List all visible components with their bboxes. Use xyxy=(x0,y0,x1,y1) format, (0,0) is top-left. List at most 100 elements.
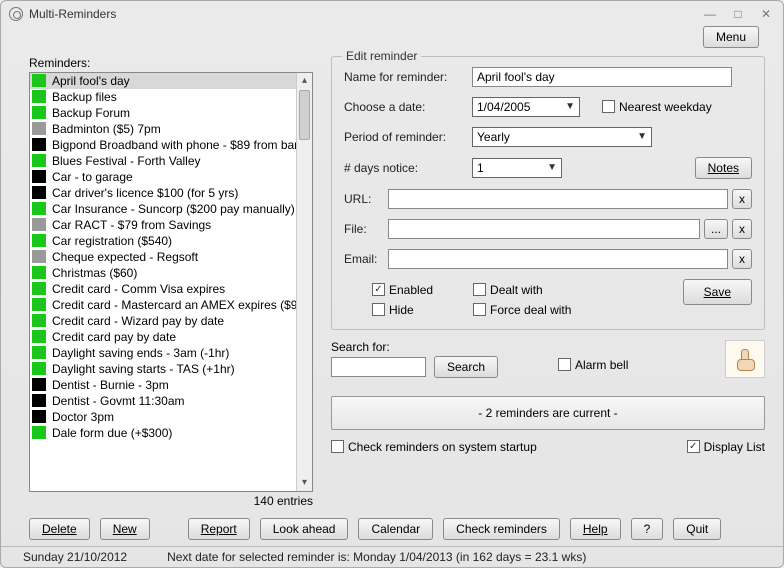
period-select[interactable]: Yearly ▼ xyxy=(472,127,652,147)
list-item[interactable]: Car Insurance - Suncorp ($200 pay manual… xyxy=(30,201,312,217)
list-item[interactable]: Christmas ($60) xyxy=(30,265,312,281)
list-item-label: Car Insurance - Suncorp ($200 pay manual… xyxy=(52,202,295,216)
maximize-icon[interactable]: □ xyxy=(729,6,747,22)
chevron-down-icon: ▼ xyxy=(547,162,557,173)
list-item[interactable]: Dentist - Burnie - 3pm xyxy=(30,377,312,393)
period-label: Period of reminder: xyxy=(344,130,472,144)
quit-button[interactable]: Quit xyxy=(673,518,721,540)
enabled-checkbox[interactable]: ✓Enabled xyxy=(372,283,433,297)
list-item[interactable]: Credit card - Wizard pay by date xyxy=(30,313,312,329)
force-deal-checkbox[interactable]: Force deal with xyxy=(473,303,571,317)
list-item[interactable]: Badminton ($5) 7pm xyxy=(30,121,312,137)
file-browse-button[interactable]: ... xyxy=(704,219,728,239)
scroll-down-icon[interactable]: ▾ xyxy=(297,475,312,491)
list-item[interactable]: Daylight saving starts - TAS (+1hr) xyxy=(30,361,312,377)
dealt-with-checkbox[interactable]: Dealt with xyxy=(473,283,571,297)
list-item-label: Dale form due (+$300) xyxy=(52,426,172,440)
email-input[interactable] xyxy=(388,249,728,269)
close-icon[interactable]: ✕ xyxy=(757,6,775,22)
window-title: Multi-Reminders xyxy=(29,7,116,21)
notes-button[interactable]: Notes xyxy=(695,157,752,179)
look-ahead-button[interactable]: Look ahead xyxy=(260,518,349,540)
list-item[interactable]: Daylight saving ends - 3am (-1hr) xyxy=(30,345,312,361)
edit-reminder-group: Edit reminder Name for reminder: Choose … xyxy=(331,56,765,330)
color-swatch xyxy=(32,346,46,359)
reminders-list[interactable]: April fool's dayBackup filesBackup Forum… xyxy=(29,72,313,492)
entries-count: 140 entries xyxy=(29,494,313,508)
days-select[interactable]: 1 ▼ xyxy=(472,158,562,178)
date-label: Choose a date: xyxy=(344,100,472,114)
menu-button[interactable]: Menu xyxy=(703,26,759,48)
search-button[interactable]: Search xyxy=(434,356,498,378)
list-item[interactable]: Credit card - Mastercard an AMEX expires… xyxy=(30,297,312,313)
checkbox-icon: ✓ xyxy=(687,440,700,453)
date-picker[interactable]: 1/04/2005 ▼ xyxy=(472,97,580,117)
list-item[interactable]: Backup files xyxy=(30,89,312,105)
color-swatch xyxy=(32,378,46,391)
delete-button[interactable]: Delete xyxy=(29,518,90,540)
email-label: Email: xyxy=(344,252,388,266)
color-swatch xyxy=(32,314,46,327)
list-item[interactable]: Cheque expected - Regsoft xyxy=(30,249,312,265)
display-list-checkbox[interactable]: ✓ Display List xyxy=(687,440,765,454)
question-button[interactable]: ? xyxy=(631,518,664,540)
alarm-bell-checkbox[interactable]: Alarm bell xyxy=(558,358,628,372)
color-swatch xyxy=(32,74,46,87)
current-reminders-banner[interactable]: - 2 reminders are current - xyxy=(331,396,765,430)
startup-checkbox[interactable]: Check reminders on system startup xyxy=(331,440,537,454)
list-item-label: Car driver's licence $100 (for 5 yrs) xyxy=(52,186,238,200)
nearest-weekday-checkbox[interactable]: Nearest weekday xyxy=(602,100,712,114)
color-swatch xyxy=(32,218,46,231)
list-item[interactable]: Car driver's licence $100 (for 5 yrs) xyxy=(30,185,312,201)
hide-checkbox[interactable]: Hide xyxy=(372,303,433,317)
calendar-button[interactable]: Calendar xyxy=(358,518,433,540)
list-item[interactable]: Car - to garage xyxy=(30,169,312,185)
body: Reminders: April fool's dayBackup filesB… xyxy=(1,56,783,508)
list-item[interactable]: Credit card - Comm Visa expires xyxy=(30,281,312,297)
list-item[interactable]: Car RACT - $79 from Savings xyxy=(30,217,312,233)
email-clear-button[interactable]: x xyxy=(732,249,752,269)
help-button[interactable]: Help xyxy=(570,518,621,540)
list-item[interactable]: Dentist - Govmt 11:30am xyxy=(30,393,312,409)
scroll-up-icon[interactable]: ▴ xyxy=(297,73,312,89)
days-value: 1 xyxy=(477,161,484,175)
color-swatch xyxy=(32,138,46,151)
status-next: Next date for selected reminder is: Mond… xyxy=(167,550,586,564)
list-item[interactable]: Credit card pay by date xyxy=(30,329,312,345)
minimize-icon[interactable]: — xyxy=(701,6,719,22)
list-item[interactable]: Backup Forum xyxy=(30,105,312,121)
color-swatch xyxy=(32,90,46,103)
list-item-label: Blues Festival - Forth Valley xyxy=(52,154,201,168)
list-item[interactable]: Bigpond Broadband with phone - $89 from … xyxy=(30,137,312,153)
check-reminders-button[interactable]: Check reminders xyxy=(443,518,560,540)
file-clear-button[interactable]: x xyxy=(732,219,752,239)
list-item-label: April fool's day xyxy=(52,74,130,88)
url-label: URL: xyxy=(344,192,388,206)
url-input[interactable] xyxy=(388,189,728,209)
color-swatch xyxy=(32,250,46,263)
list-item[interactable]: Blues Festival - Forth Valley xyxy=(30,153,312,169)
list-item-label: Dentist - Burnie - 3pm xyxy=(52,378,169,392)
name-input[interactable] xyxy=(472,67,732,87)
scrollbar[interactable]: ▴ ▾ xyxy=(296,73,312,491)
color-swatch xyxy=(32,266,46,279)
report-button[interactable]: Report xyxy=(188,518,250,540)
search-input[interactable] xyxy=(331,357,426,377)
list-item[interactable]: Car registration ($540) xyxy=(30,233,312,249)
list-item-label: Badminton ($5) 7pm xyxy=(52,122,161,136)
save-button[interactable]: Save xyxy=(683,279,752,305)
list-item-label: Daylight saving starts - TAS (+1hr) xyxy=(52,362,235,376)
period-value: Yearly xyxy=(477,130,510,144)
url-clear-button[interactable]: x xyxy=(732,189,752,209)
file-label: File: xyxy=(344,222,388,236)
date-value: 1/04/2005 xyxy=(477,100,530,114)
scroll-thumb[interactable] xyxy=(299,90,310,140)
checkbox-icon xyxy=(602,100,615,113)
list-item-label: Dentist - Govmt 11:30am xyxy=(52,394,185,408)
file-input[interactable] xyxy=(388,219,700,239)
new-button[interactable]: New xyxy=(100,518,150,540)
list-item[interactable]: April fool's day xyxy=(30,73,312,89)
list-item[interactable]: Dale form due (+$300) xyxy=(30,425,312,441)
edit-legend: Edit reminder xyxy=(342,49,421,63)
list-item[interactable]: Doctor 3pm xyxy=(30,409,312,425)
